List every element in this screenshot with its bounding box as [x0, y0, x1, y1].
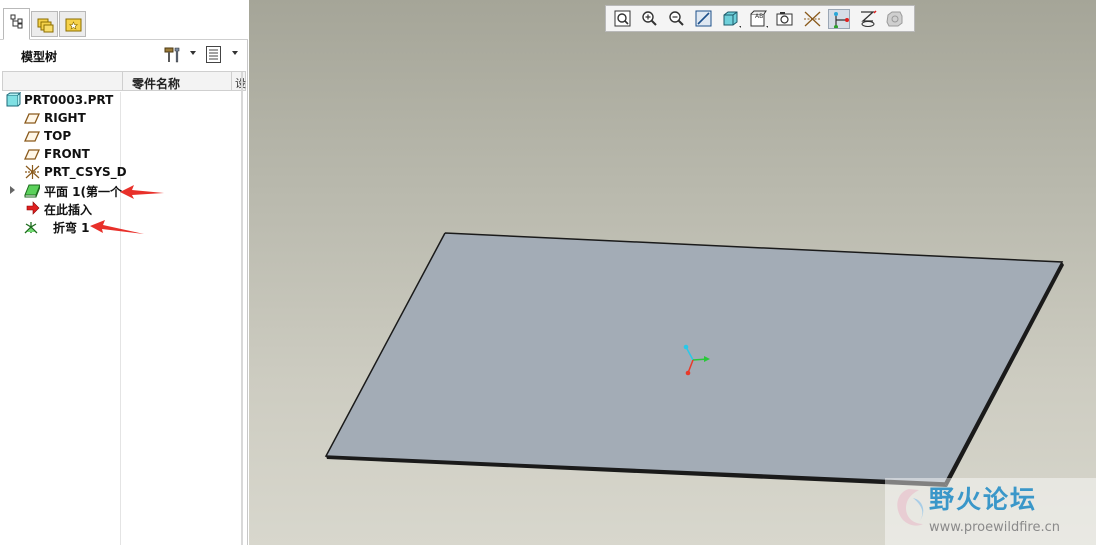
folder-browser-tab[interactable]: [31, 11, 58, 37]
model-tree-column-header: 零件名称 设: [2, 71, 246, 91]
bend-feature-icon: *: [24, 222, 38, 234]
tree-item-label: TOP: [44, 129, 72, 143]
tree-item-label: 折弯 1: [53, 221, 90, 235]
datum-plane-icon: [24, 113, 40, 124]
coordinate-system-icon: [25, 165, 40, 179]
tree-item-label: PRT_CSYS_D: [44, 165, 127, 179]
annotation-arrow-icon: [90, 220, 144, 234]
tree-item-label: PRT0003.PRT: [24, 93, 114, 107]
model-tree-tab-icon: [10, 14, 23, 29]
graphics-viewport[interactable]: AB 野火论坛 www.proewildfire.cn: [249, 0, 1096, 545]
navigator-panel: 模型树 零件名称 设 PRT0003.PRT RIGHT: [0, 0, 248, 545]
show-list-icon[interactable]: [205, 45, 223, 65]
column-header-part-name[interactable]: 零件名称: [132, 75, 180, 92]
expand-arrow-icon[interactable]: [10, 186, 15, 194]
part-icon: [6, 92, 21, 107]
tree-item-label: RIGHT: [44, 111, 86, 125]
tree-item-label: 平面 1(第一个: [44, 185, 123, 199]
tree-item-label: 在此插入: [44, 203, 93, 217]
settings-dropdown-arrow-icon[interactable]: [190, 51, 196, 55]
datum-plane-icon: [24, 149, 40, 160]
watermark-title: 野火论坛: [929, 485, 1038, 514]
tree-item-csys[interactable]: PRT_CSYS_D: [0, 163, 240, 181]
model-tree-scrollbar[interactable]: [241, 72, 243, 545]
navigator-tabs: [0, 0, 248, 40]
tree-item-insert-here[interactable]: 在此插入: [0, 199, 240, 217]
insert-here-arrow-icon: [26, 201, 40, 215]
forum-logo-icon: [897, 489, 924, 526]
folder-browser-tab-icon: [37, 18, 54, 33]
forum-watermark: 野火论坛 www.proewildfire.cn: [885, 478, 1096, 545]
tree-item-front[interactable]: FRONT: [0, 145, 240, 163]
datum-plane-icon: [24, 131, 40, 142]
flat-wall-sheet[interactable]: [326, 233, 1062, 483]
tree-item-right[interactable]: RIGHT: [0, 109, 240, 127]
watermark-url: www.proewildfire.cn: [929, 520, 1060, 535]
tree-item-top[interactable]: TOP: [0, 127, 240, 145]
model-tree-toolbar: 模型树: [0, 42, 246, 68]
tree-item-label: FRONT: [44, 147, 90, 161]
model-canvas[interactable]: [249, 0, 1096, 545]
settings-tools-icon[interactable]: [163, 45, 183, 65]
flat-wall-icon: [24, 184, 40, 198]
model-tree-tab[interactable]: [3, 8, 30, 40]
column-divider[interactable]: [231, 72, 232, 90]
favorites-tab-icon: [65, 18, 82, 32]
column-divider[interactable]: [122, 72, 123, 90]
annotation-arrow-icon: [120, 185, 164, 199]
tree-item-part[interactable]: PRT0003.PRT: [0, 91, 240, 109]
model-tree-title: 模型树: [21, 50, 58, 64]
favorites-tab[interactable]: [59, 11, 86, 37]
show-dropdown-arrow-icon[interactable]: [232, 51, 238, 55]
